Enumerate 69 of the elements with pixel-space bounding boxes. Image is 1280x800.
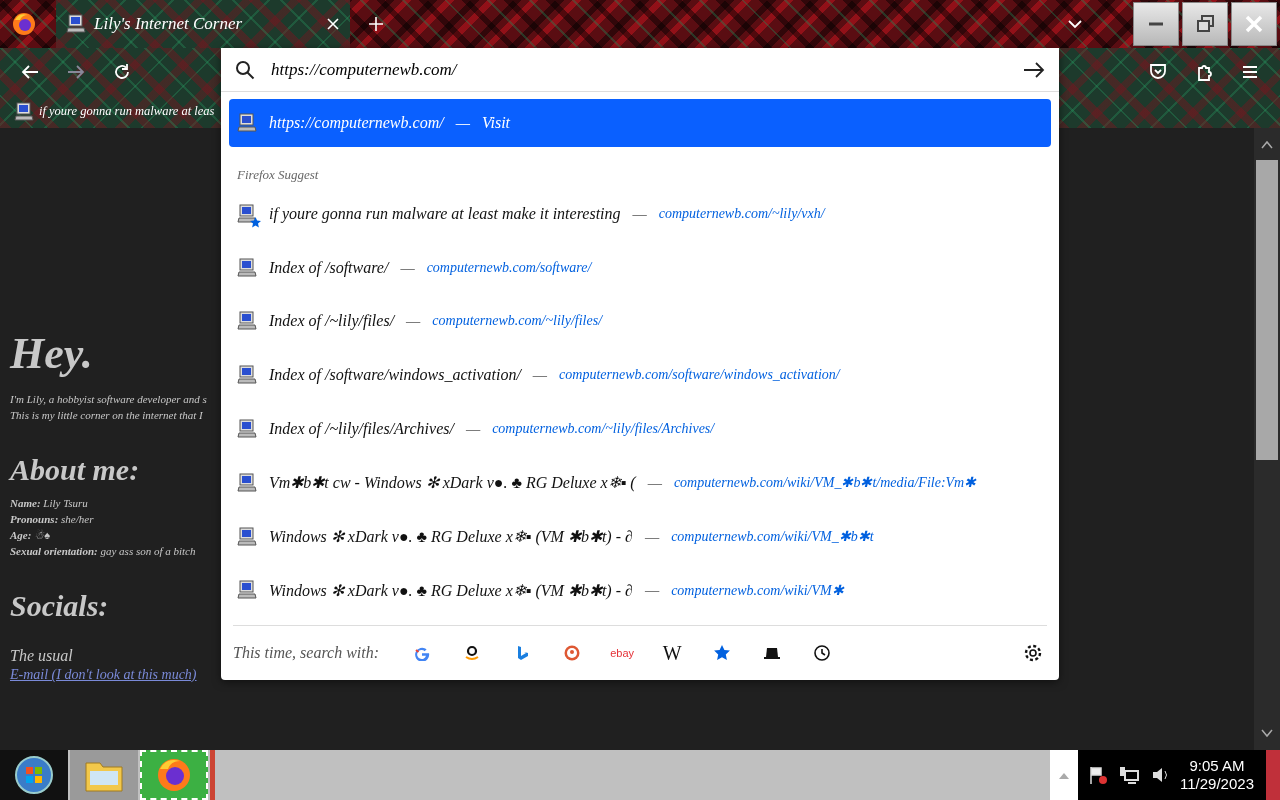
suggestion-row[interactable]: Index of /~lily/files/Archives/ — computernewb.com/~lily/files/Archives/ <box>229 402 1051 456</box>
suggestion-row[interactable]: if youre gonna run malware at least make it interesting — computernewb.com/~lily/vxh/ <box>229 187 1051 241</box>
computer-icon <box>237 365 257 386</box>
clock-icon[interactable] <box>814 645 831 661</box>
start-orb-icon <box>14 755 54 795</box>
about-line: Name: Lily Tsuru <box>10 496 88 511</box>
restore-icon <box>1195 14 1215 34</box>
tray-expand-button[interactable] <box>1050 750 1079 800</box>
taskbar-button[interactable] <box>140 750 208 800</box>
browser-tab[interactable]: Lily's Internet Corner <box>56 0 350 48</box>
show-desktop-button[interactable] <box>1264 750 1280 800</box>
close-button[interactable] <box>1231 2 1277 46</box>
start-button[interactable] <box>0 750 68 800</box>
about-line: Pronouns: she/her <box>10 512 94 527</box>
intro-text: This is my little corner on the internet that I <box>10 408 203 423</box>
computer-icon <box>237 419 257 440</box>
reload-icon[interactable] <box>112 61 132 82</box>
bookmark-item[interactable]: if youre gonna run malware at leas <box>0 95 223 128</box>
go-arrow-icon[interactable] <box>1023 60 1045 79</box>
suggestion-row[interactable]: Windows ✻ xDark v●. ♣ RG Deluxe x❄▪ (VM ✱b✱t) - ∂ — computernewb.com/wiki/VM✱ <box>229 563 1051 618</box>
computer-icon <box>237 472 257 493</box>
section-heading: Socials: <box>10 589 109 623</box>
suggestion-row[interactable]: Index of /~lily/files/ — computernewb.com/~lily/files/ <box>229 294 1051 349</box>
computer-icon <box>237 257 257 278</box>
computer-icon <box>237 526 257 547</box>
computer-icon <box>66 14 86 34</box>
about-line: Sexual orientation: gay ass son of a bitch <box>10 544 196 559</box>
scroll-up-icon[interactable] <box>1261 140 1273 150</box>
clock-date: 11/29/2023 <box>1180 775 1254 793</box>
section-heading: About me: <box>10 453 140 487</box>
suggestion-row[interactable]: Windows ✻ xDark v●. ♣ RG Deluxe x❄▪ (VM ✱b✱t) - ∂ — computernewb.com/wiki/VM_✱b✱t <box>229 509 1051 564</box>
address-field[interactable]: https://computernewb.com/ <box>269 58 1009 81</box>
search-icon <box>235 59 255 80</box>
section-label: Firefox Suggest <box>236 166 320 184</box>
clock-time: 9:05 AM <box>1189 757 1245 775</box>
search-with-label: This time, search with: <box>233 644 380 662</box>
page-heading: Hey. <box>10 328 93 379</box>
suggestion-row[interactable]: Index of /software/ — computernewb.com/software/ <box>229 240 1051 295</box>
close-icon[interactable] <box>326 17 340 31</box>
plus-icon[interactable] <box>368 16 384 32</box>
scroll-thumb[interactable] <box>1256 160 1278 460</box>
computer-icon <box>14 101 34 122</box>
suggestion-row[interactable]: Index of /software/windows_activation/ — computernewb.com/software/windows_activation/ <box>229 348 1051 403</box>
settings-icon[interactable] <box>1023 643 1043 663</box>
socials-text: The usual <box>10 646 73 666</box>
about-line: Age: ☃♠ <box>10 528 50 543</box>
chevron-up-icon <box>1059 771 1070 779</box>
star-icon[interactable] <box>714 645 731 661</box>
scroll-down-icon[interactable] <box>1261 728 1273 738</box>
tab-icon[interactable] <box>764 645 781 661</box>
firefox-icon <box>156 757 192 793</box>
computer-icon <box>237 311 257 332</box>
computer-icon <box>237 580 257 601</box>
wikipedia-logo[interactable]: W <box>662 641 682 665</box>
google-icon[interactable] <box>414 645 431 661</box>
flag-icon[interactable] <box>1088 765 1109 785</box>
firefox-icon[interactable] <box>12 12 36 36</box>
computer-icon <box>237 203 257 224</box>
network-icon[interactable] <box>1118 765 1141 785</box>
visit-row[interactable]: https://computernewb.com/ — Visit <box>229 99 1051 147</box>
suggestion-row[interactable]: Vm✱b✱t cw - Windows ✻ xDark v●. ♣ RG Deluxe x❄▪ ( — computernewb.com/wiki/VM_✱b✱t/media/File:Vm✱ <box>229 456 1051 510</box>
restore-button[interactable] <box>1182 2 1228 46</box>
intro-text: I'm Lily, a hobbyist software developer and s <box>10 392 207 407</box>
close-icon <box>1244 14 1264 34</box>
ebay-logo[interactable]: ebay <box>610 647 634 659</box>
email-link[interactable]: E-mail (I don't look at this much) <box>10 667 197 683</box>
pocket-icon[interactable] <box>1148 61 1168 82</box>
minimize-icon <box>1146 22 1166 26</box>
computer-icon <box>237 113 257 133</box>
